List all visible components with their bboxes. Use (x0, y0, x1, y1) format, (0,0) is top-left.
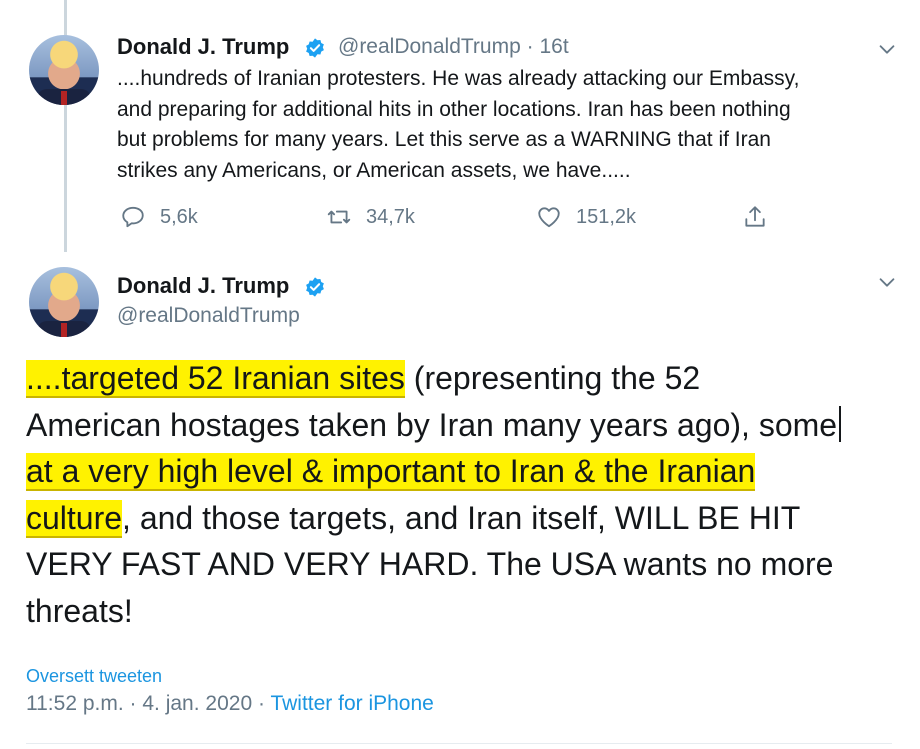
avatar[interactable] (29, 35, 99, 105)
highlighted-text: culture (26, 499, 123, 536)
tweet2-text-line: American hostages taken by Iran many yea… (26, 402, 842, 449)
text-cursor (839, 405, 842, 442)
highlighted-text: ....targeted 52 Iranian sites (26, 360, 405, 396)
highlighted-text: at a very high level & important to Iran… (26, 453, 756, 489)
tweet2-text-line: culture, and those targets, and Iran its… (26, 495, 841, 542)
tweet1-text-line: strikes any Americans, or American asset… (117, 158, 631, 182)
tweet2-handle[interactable]: @realDonaldTrump (117, 304, 300, 328)
like-button[interactable]: 151,2k (536, 204, 636, 230)
heart-icon (538, 207, 560, 228)
tweet2-meta: 11:52 p.m. · 4. jan. 2020 · Twitter for … (26, 692, 434, 716)
tweet1-text-line: but problems for many years. Let this se… (117, 128, 771, 151)
tweet1-text-line: and preparing for additional hits in oth… (117, 97, 791, 121)
tweet1-author-name[interactable]: Donald J. Trump (117, 34, 289, 60)
share-button[interactable] (742, 204, 782, 230)
tweet1-text-line: ....hundreds of Iranian protesters. He w… (117, 67, 800, 90)
translate-tweet-link[interactable]: Oversett tweeten (26, 666, 162, 687)
tweet2-author-name[interactable]: Donald J. Trump (117, 273, 289, 299)
chevron-down-icon[interactable] (876, 271, 898, 293)
tweet1-timestamp[interactable]: 16t (539, 35, 568, 58)
text-segment: , and those targets, and Iran itself, WI… (122, 499, 801, 536)
retweet-button[interactable]: 34,7k (326, 204, 415, 230)
tweet1-handle-line[interactable]: @realDonaldTrump · 16t (338, 35, 569, 59)
tweet2-text-line: at a very high level & important to Iran… (26, 448, 841, 495)
reply-count: 5,6k (160, 205, 198, 228)
meta-separator: · (257, 692, 265, 715)
tweet2-text: ....targeted 52 Iranian sites (represent… (26, 355, 842, 634)
verified-badge-icon (306, 277, 324, 297)
meta-separator: · (129, 692, 137, 715)
tweet2-date[interactable]: 4. jan. 2020 (142, 692, 252, 715)
text-segment: American hostages taken by Iran many yea… (26, 406, 838, 443)
tweet2-text-line: ....targeted 52 Iranian sites (represent… (26, 355, 841, 402)
tweet1-text: ....hundreds of Iranian protesters. He w… (117, 64, 887, 186)
tweet1-separator: · (526, 35, 534, 58)
tweet2-time[interactable]: 11:52 p.m. (26, 692, 124, 715)
reply-button[interactable]: 5,6k (120, 204, 198, 230)
verified-badge-icon (306, 38, 324, 58)
tweet-source-link[interactable]: Twitter for iPhone (270, 692, 433, 715)
tweet1-handle[interactable]: @realDonaldTrump (338, 35, 521, 58)
tweet2-text-line: VERY FAST AND VERY HARD. The USA wants n… (26, 546, 834, 582)
reply-icon (122, 206, 144, 228)
avatar[interactable] (29, 267, 99, 337)
like-count: 151,2k (576, 205, 637, 228)
retweet-count: 34,7k (366, 205, 415, 228)
tweet2-text-line: threats! (26, 592, 133, 629)
text-segment: (representing the 52 (404, 360, 701, 396)
divider (26, 743, 892, 744)
share-icon (745, 206, 765, 227)
retweet-icon (327, 210, 351, 224)
chevron-down-icon[interactable] (876, 38, 898, 60)
